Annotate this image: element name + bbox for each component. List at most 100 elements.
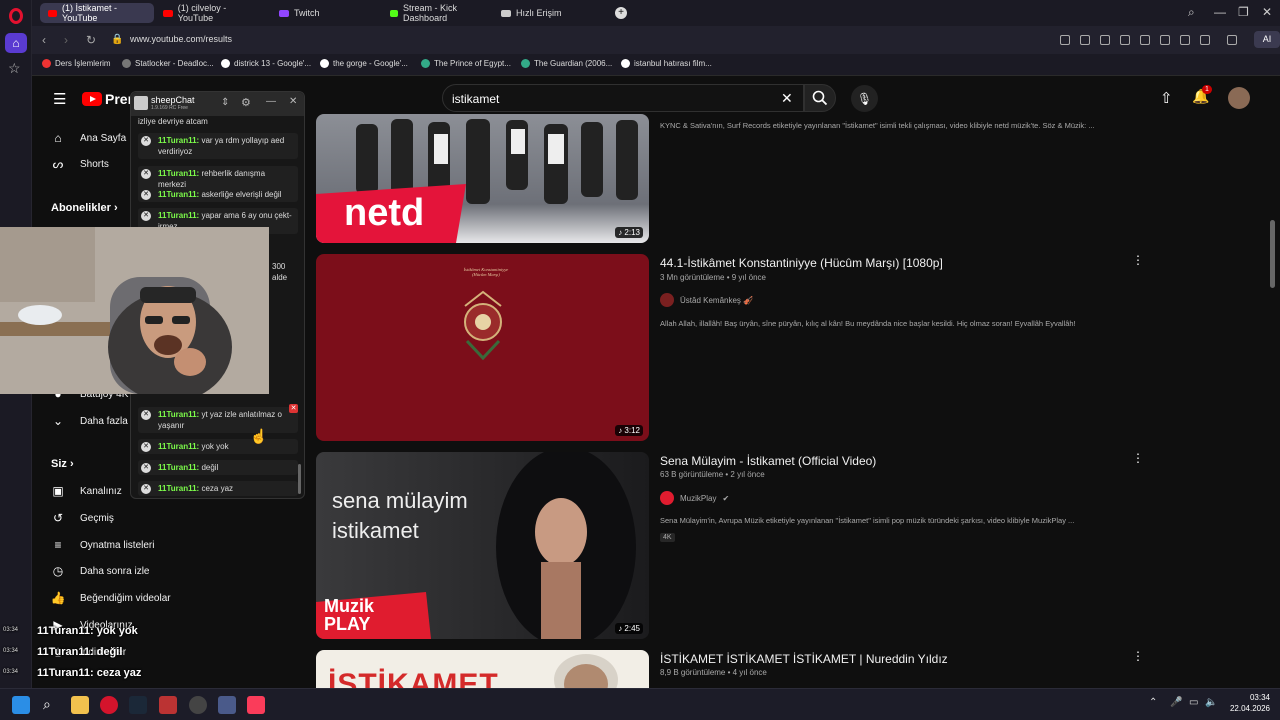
- page-scrollbar[interactable]: [1270, 220, 1275, 288]
- steam-icon[interactable]: [129, 696, 147, 714]
- url-field[interactable]: www.youtube.com/results: [130, 34, 232, 44]
- channel-link[interactable]: MuzikPlay ✔: [660, 491, 729, 505]
- close-icon[interactable]: ✕: [289, 96, 297, 107]
- ai-button[interactable]: AI: [1254, 31, 1280, 48]
- camera-icon[interactable]: [1080, 35, 1090, 45]
- minimize-button[interactable]: —: [1214, 5, 1226, 19]
- close-icon[interactable]: ✕: [141, 484, 151, 494]
- more-options-icon[interactable]: ⋮: [1132, 253, 1144, 267]
- avatar[interactable]: [1228, 87, 1250, 109]
- sidebar-item-channel[interactable]: ▣ Kanalınız: [50, 484, 121, 498]
- music-icon[interactable]: [247, 696, 265, 714]
- file-explorer-icon[interactable]: [71, 696, 89, 714]
- tab-twitch[interactable]: Twitch: [271, 3, 381, 23]
- video-thumbnail[interactable]: sena mülayim istikamet Muzik PLAY ♪ 2:45: [316, 452, 649, 639]
- mic-icon[interactable]: ⇕: [221, 97, 229, 108]
- video-title[interactable]: Sena Mülayim - İstikamet (Official Video…: [660, 454, 876, 468]
- close-icon[interactable]: ✕: [141, 442, 151, 452]
- search-button[interactable]: [804, 84, 836, 112]
- video-description: Sena Mülayim'in, Avrupa Müzik etiketiyle…: [660, 516, 1075, 525]
- bookmark-item[interactable]: Ders İşlemlerim: [42, 59, 111, 68]
- windows-start-icon[interactable]: [12, 696, 30, 714]
- video-thumbnail[interactable]: İSTİKAMET: [316, 650, 649, 688]
- bookmark-item[interactable]: The Guardian (2006...: [521, 59, 612, 68]
- mic-icon[interactable]: 🎤: [1170, 697, 1182, 708]
- heart-icon[interactable]: [1160, 35, 1170, 45]
- more-options-icon[interactable]: ⋮: [1132, 451, 1144, 465]
- tab-kick[interactable]: Stream - Kick Dashboard: [382, 3, 492, 23]
- chevron-up-icon[interactable]: ⌃: [1149, 697, 1157, 708]
- channel-link[interactable]: Üstâd Kemânkeş 🎻: [660, 293, 753, 307]
- sidebar-item-history[interactable]: ↺ Geçmiş: [50, 511, 114, 525]
- close-icon[interactable]: ✕: [141, 463, 151, 473]
- close-window-button[interactable]: ✕: [1262, 5, 1272, 19]
- app-icon[interactable]: [159, 696, 177, 714]
- tab-quick-access[interactable]: Hızlı Erişim: [493, 3, 603, 23]
- back-icon[interactable]: ‹: [42, 33, 46, 47]
- clear-search-icon[interactable]: ✕: [781, 90, 793, 107]
- close-icon[interactable]: ✕: [141, 190, 151, 200]
- verified-icon: ✔: [722, 493, 730, 503]
- close-icon[interactable]: ✕: [141, 410, 151, 420]
- extensions-icon[interactable]: [1227, 35, 1237, 45]
- tab-youtube-cilveloy[interactable]: (1) cilveloy - YouTube: [155, 3, 270, 23]
- obs-icon[interactable]: [189, 696, 207, 714]
- video-title[interactable]: 44.1-İstikâmet Konstantiniyye (Hücûm Mar…: [660, 256, 943, 270]
- menu-icon[interactable]: [1180, 35, 1190, 45]
- video-thumbnail[interactable]: netd ♪ 2:13: [316, 114, 649, 243]
- maximize-button[interactable]: ❐: [1238, 5, 1249, 19]
- sidebar-item-liked[interactable]: 👍 Beğendiğim videolar: [50, 591, 171, 605]
- bookmark-item[interactable]: istanbul hatırası film...: [621, 59, 712, 68]
- shield-icon[interactable]: [1100, 35, 1110, 45]
- upload-icon[interactable]: ⇧: [1160, 89, 1173, 107]
- monitor-icon[interactable]: ▭: [1189, 697, 1198, 708]
- gear-icon[interactable]: ⚙: [241, 96, 251, 109]
- menu-icon[interactable]: ☰: [53, 90, 66, 108]
- sidebar-item-playlists[interactable]: ≡ Oynatma listeleri: [50, 538, 154, 552]
- sheepchat-taskbar-icon[interactable]: [218, 696, 236, 714]
- opera-logo-icon[interactable]: [9, 8, 23, 24]
- video-title[interactable]: İSTİKAMET İSTİKAMET İSTİKAMET | Nureddin…: [660, 652, 948, 666]
- close-icon[interactable]: ✕: [141, 136, 151, 146]
- bookmark-icon: [521, 59, 530, 68]
- home-icon[interactable]: ⌂: [5, 33, 27, 53]
- close-icon[interactable]: ✕: [141, 169, 151, 179]
- more-options-icon[interactable]: ⋮: [1132, 649, 1144, 663]
- sidebar-item-shorts[interactable]: ᔕ Shorts: [50, 157, 109, 171]
- subscriptions-header[interactable]: Abonelikler ›: [51, 202, 118, 214]
- search-tabs-icon[interactable]: ⌕: [1188, 5, 1195, 20]
- profile-icon[interactable]: [1200, 35, 1210, 45]
- bookmark-item[interactable]: Statlocker - Deadloc...: [122, 59, 214, 68]
- bookmark-item[interactable]: the gorge - Google'...: [320, 59, 408, 68]
- video-description: Allah Allah, illallâh! Baş üryân, sîne p…: [660, 319, 1076, 328]
- voice-search-button[interactable]: 🎙: [851, 85, 878, 112]
- minimize-button[interactable]: —: [266, 96, 276, 107]
- reload-icon[interactable]: ↻: [86, 33, 96, 47]
- star-icon[interactable]: ☆: [8, 60, 21, 77]
- close-icon[interactable]: ✕: [141, 211, 151, 221]
- video-thumbnail[interactable]: İstikâmet Konstantiniyye (Hücûm Marşı) ♪…: [316, 254, 649, 441]
- twitch-icon: [279, 9, 289, 17]
- sidebar-item-watch-later[interactable]: ◷ Daha sonra izle: [50, 564, 150, 578]
- chat-message: ✕ 11Turan11: var ya rdm yollayıp aed verd…: [138, 133, 298, 159]
- chat-scrollbar[interactable]: [298, 464, 301, 494]
- sheepchat-titlebar[interactable]: sheepChat 1.9.169 RC Free ⇕ ⚙ — ✕: [131, 92, 304, 116]
- bookmark-item[interactable]: districk 13 - Google'...: [221, 59, 311, 68]
- new-tab-button[interactable]: +: [615, 7, 627, 19]
- search-icon[interactable]: ⌕: [43, 696, 51, 713]
- forward-icon[interactable]: ›: [64, 33, 68, 47]
- system-clock[interactable]: 03:34 22.04.2026: [1226, 692, 1270, 714]
- sidebar-item-home[interactable]: ⌂ Ana Sayfa: [50, 131, 126, 145]
- notifications-button[interactable]: 🔔 1: [1192, 85, 1212, 105]
- search-input[interactable]: istikamet ✕: [442, 84, 804, 112]
- sidebar-item-more[interactable]: ⌄ Daha fazla: [50, 414, 128, 428]
- download-icon[interactable]: [1140, 35, 1150, 45]
- volume-icon[interactable]: 🔈: [1205, 697, 1217, 708]
- edit-icon[interactable]: [1060, 35, 1070, 45]
- bookmark-item[interactable]: The Prince of Egypt...: [421, 59, 511, 68]
- opera-icon[interactable]: [100, 696, 118, 714]
- delete-message-icon[interactable]: ✕: [289, 404, 298, 413]
- you-header[interactable]: Siz ›: [51, 458, 74, 470]
- play-icon[interactable]: [1120, 35, 1130, 45]
- tab-youtube-istikamet[interactable]: (1) İstikamet - YouTube: [40, 3, 154, 23]
